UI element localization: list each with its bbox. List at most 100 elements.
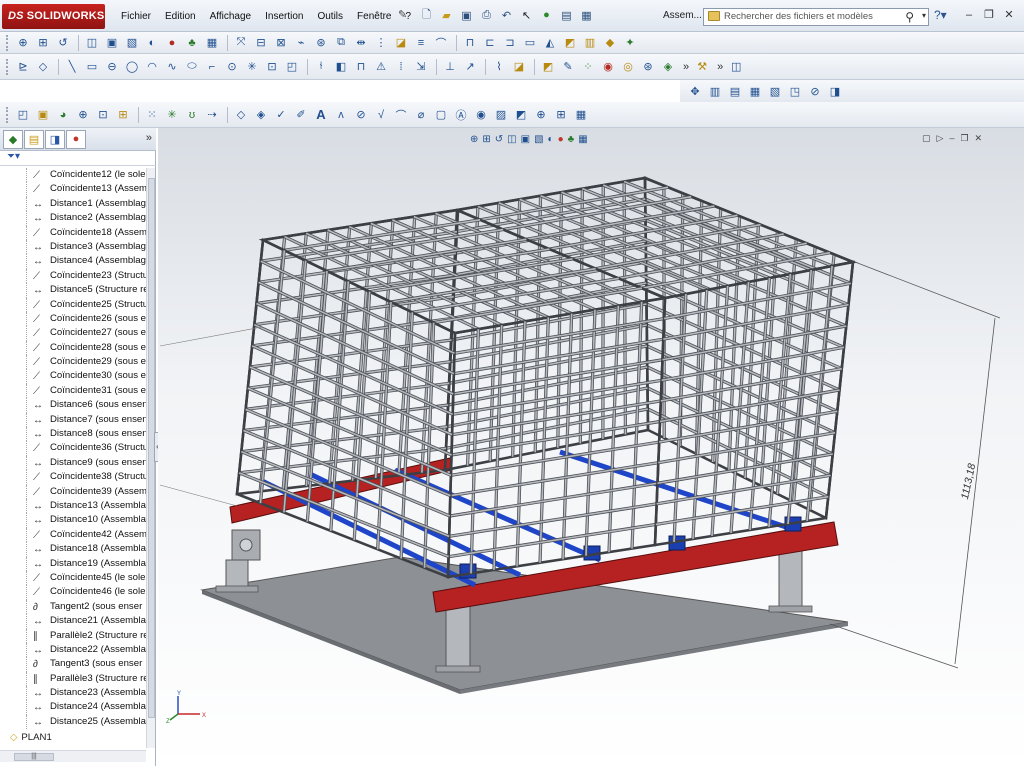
circle-icon[interactable]: ◯ <box>123 58 141 76</box>
tree-item[interactable]: ⟋ Coïncidente26 (sous e <box>0 311 148 327</box>
tree-item[interactable]: ⟋ Coïncidente23 (Structu <box>0 268 148 284</box>
compare-icon[interactable]: ✥ <box>686 82 704 100</box>
arc-icon[interactable]: ◠ <box>143 58 161 76</box>
interference-icon[interactable]: ⊕ <box>74 106 92 124</box>
surface-finish-icon[interactable]: √ <box>372 106 390 124</box>
relations-icon[interactable]: ≡ <box>412 34 430 52</box>
tree-item[interactable]: ⟋ Coïncidente28 (sous e <box>0 340 148 356</box>
tree-item[interactable]: ↔ Distance22 (Assembla <box>0 642 148 658</box>
assembly-features-icon[interactable]: ⊛ <box>639 58 657 76</box>
more-tabs-icon[interactable]: » <box>146 132 152 144</box>
smart-dim-icon[interactable]: ◇ <box>34 58 52 76</box>
balloon-icon[interactable]: ᴧ <box>332 106 350 124</box>
reference-plane-icon[interactable]: ◰ <box>14 106 32 124</box>
clearance-icon[interactable]: ⊡ <box>94 106 112 124</box>
tree-item[interactable]: ↔ Distance7 (sous ensen <box>0 412 148 428</box>
sketch-icon[interactable]: ⊵ <box>14 58 32 76</box>
tree-item[interactable]: ⟋ Coïncidente42 (Assem <box>0 527 148 543</box>
previous-view-icon[interactable]: ↺ <box>495 134 503 145</box>
move-component-icon[interactable]: ◉ <box>599 58 617 76</box>
tree-item[interactable]: ↔ Distance19 (Assembla <box>0 556 148 571</box>
menu-affichage[interactable]: Affichage <box>203 9 259 24</box>
fillet-icon[interactable]: ⌒ <box>432 34 450 52</box>
tree-item[interactable]: ↔ Distance6 (sous ensen <box>0 398 148 413</box>
trim-entities-icon[interactable]: ⫮ <box>312 58 330 76</box>
search-input[interactable]: Rechercher des fichiers et modèles ⚲ ▾ <box>703 8 929 26</box>
pin-icon[interactable]: ✎ <box>398 8 407 21</box>
viewport-close-icon[interactable]: ✕ <box>975 133 983 144</box>
tree-item[interactable]: ⟋ Coïncidente29 (sous e <box>0 355 148 370</box>
search-icon[interactable]: ⚲ <box>905 10 914 24</box>
zoom-area-icon[interactable]: ⊞ <box>34 34 52 52</box>
print-icon[interactable]: ⎙ <box>478 6 495 24</box>
model-items-icon[interactable]: ◈ <box>252 106 270 124</box>
explode-icon[interactable]: ◕ <box>54 106 72 124</box>
block-icon[interactable]: ◩ <box>512 106 530 124</box>
fillet-bead-icon[interactable]: ◩ <box>561 34 579 52</box>
mirror-icon[interactable]: ⇹ <box>352 34 370 52</box>
tree-item[interactable]: ↔ Distance24 (Assembla <box>0 700 148 715</box>
unfold-icon[interactable]: ▧ <box>766 82 784 100</box>
route-icon[interactable]: ⇢ <box>203 106 221 124</box>
zoom-fit-icon[interactable]: ⊕ <box>14 34 32 52</box>
menu-edition[interactable]: Edition <box>158 9 203 24</box>
section-view-icon[interactable]: ◫ <box>507 134 516 145</box>
tree-item[interactable]: ↔ Distance4 (Assemblag <box>0 254 148 269</box>
property-icon[interactable]: ▤ <box>24 129 44 149</box>
gusset-icon[interactable]: ◭ <box>541 34 559 52</box>
rectangle-icon[interactable]: ▭ <box>83 58 101 76</box>
funnel-icon[interactable]: ⏷▾ <box>0 151 156 166</box>
question-icon[interactable]: ?▾ <box>934 8 947 22</box>
save-icon[interactable]: ▣ <box>458 6 475 24</box>
display-relations-icon[interactable]: ⊥ <box>441 58 459 76</box>
options-icon[interactable]: ▦ <box>578 6 595 24</box>
text-sketch-icon[interactable]: ⊡ <box>263 58 281 76</box>
component-pattern-icon[interactable]: ⁘ <box>579 58 597 76</box>
instant3d-icon[interactable]: ✦ <box>621 34 639 52</box>
tree-item[interactable]: ↔ Distance2 (Assemblag <box>0 211 148 226</box>
bom-icon[interactable]: ⊞ <box>114 106 132 124</box>
view-settings-icon[interactable]: ▦ <box>203 34 221 52</box>
toolbar-grip[interactable] <box>6 106 10 123</box>
polygon-icon[interactable]: ⊙ <box>223 58 241 76</box>
toolbar-overflow2-icon[interactable]: » <box>717 61 723 73</box>
weld-bead-icon[interactable]: ◆ <box>601 34 619 52</box>
note-icon[interactable]: ✳ <box>163 106 181 124</box>
tree-item[interactable]: ∥ Parallèle3 (Structure re <box>0 671 148 687</box>
mirror-entities-icon[interactable]: ⚠ <box>372 58 390 76</box>
weldment-icon[interactable]: ⊓ <box>461 34 479 52</box>
cage-assembly-model[interactable] <box>158 128 1024 766</box>
solidworks-logo[interactable]: DS SOLIDWORKS <box>2 4 105 29</box>
toolbar-grip[interactable] <box>6 58 10 75</box>
display-style-icon[interactable]: ▧ <box>123 34 141 52</box>
tree-item[interactable]: ∂ Tangent3 (sous enser <box>0 657 148 672</box>
tree-item[interactable]: ⟋ Coïncidente30 (sous e <box>0 369 148 384</box>
menu-insertion[interactable]: Insertion <box>258 9 310 24</box>
tree-item[interactable]: ⟋ Coïncidente12 (le sole <box>0 168 148 183</box>
show-hidden-icon[interactable]: ◎ <box>619 58 637 76</box>
trim-icon[interactable]: ⌁ <box>292 34 310 52</box>
file-properties-icon[interactable]: ▤ <box>558 6 575 24</box>
tree-item[interactable]: ⟋ Coïncidente45 (le sole <box>0 570 148 586</box>
zoom-area-icon[interactable]: ⊞ <box>482 134 490 145</box>
gtol-icon[interactable]: ▢ <box>432 106 450 124</box>
toolbar-grip[interactable] <box>6 34 10 51</box>
viewport-restore-icon[interactable]: ❐ <box>960 133 968 144</box>
section-view-icon[interactable]: ◫ <box>83 34 101 52</box>
offset-icon[interactable]: ⧉ <box>332 34 350 52</box>
close-icon[interactable]: ✕ <box>1002 8 1016 22</box>
minimize-icon[interactable]: – <box>962 8 976 22</box>
format-painter-icon[interactable]: ✐ <box>292 106 310 124</box>
tree-item[interactable]: ⟋ Coïncidente13 (Assem <box>0 182 148 197</box>
datum-target-icon[interactable]: ◉ <box>472 106 490 124</box>
tree-item[interactable]: ⟋ Coïncidente39 (Assem <box>0 484 148 499</box>
slot-icon[interactable]: ⊖ <box>103 58 121 76</box>
view-settings-icon[interactable]: ▦ <box>578 134 587 145</box>
appearance-icon[interactable]: ● <box>66 129 86 149</box>
tree-horizontal-scrollbar[interactable]: ||| <box>0 750 146 762</box>
tree-item[interactable]: ⟋ Coïncidente25 (Structu <box>0 297 148 312</box>
text-note-icon[interactable]: A <box>312 106 330 124</box>
end-cap-icon[interactable]: ▭ <box>521 34 539 52</box>
tree-item[interactable]: ∂ Tangent2 (sous enser <box>0 599 148 615</box>
config-icon[interactable]: ◨ <box>45 129 65 149</box>
